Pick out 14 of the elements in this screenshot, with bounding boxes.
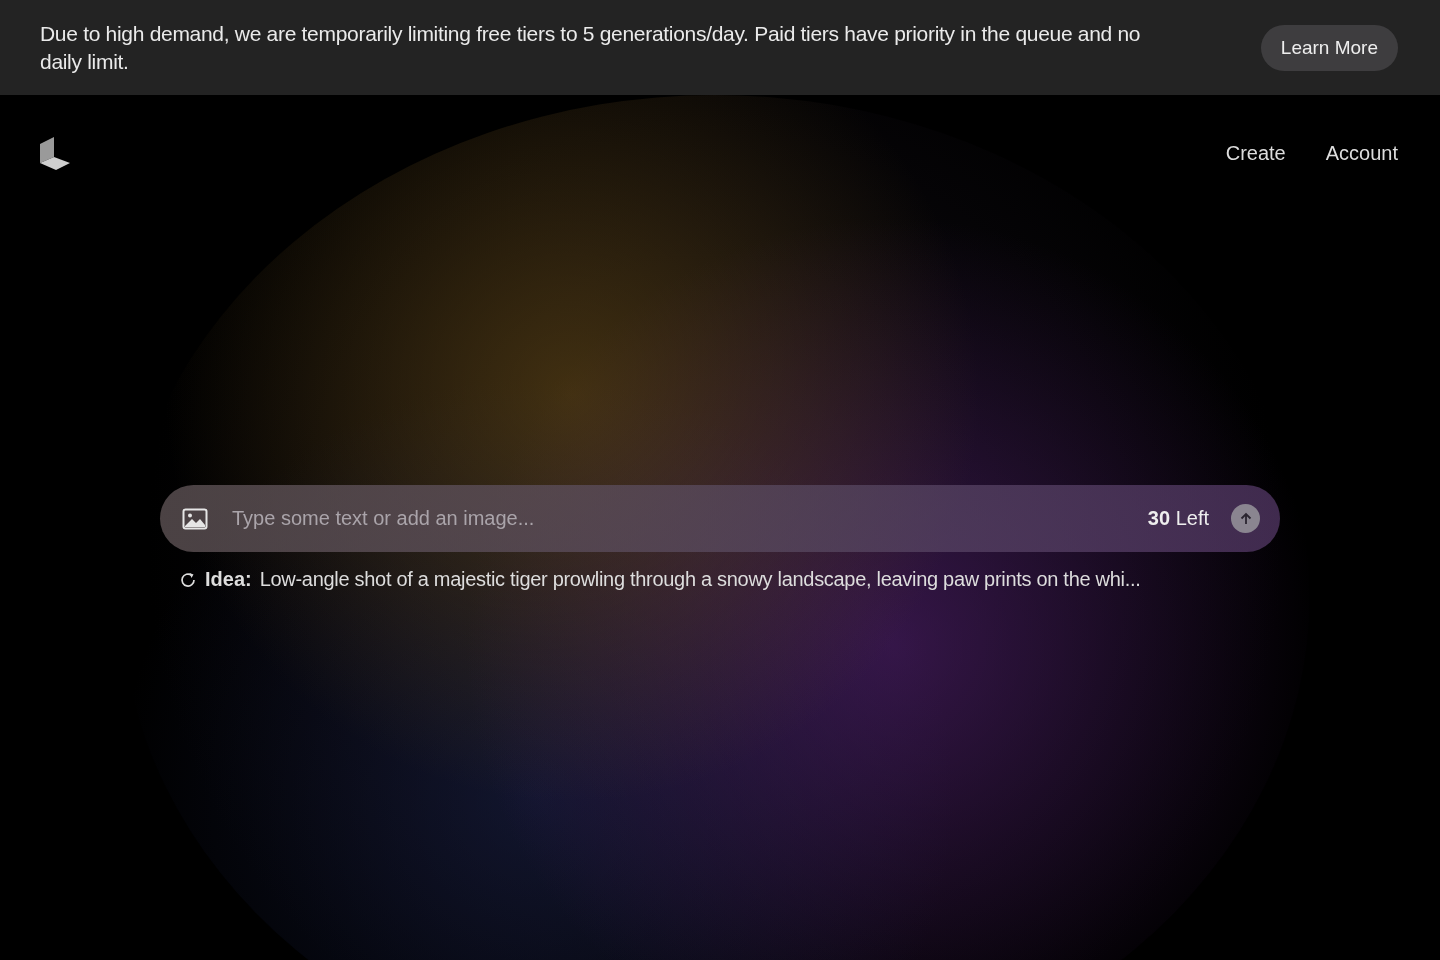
banner-message: Due to high demand, we are temporarily limiting free tiers to 5 generations/day. Paid tiers have priority in the queue and no daily limit. [40,20,1142,75]
image-icon[interactable] [182,507,208,530]
idea-label: Idea: [205,568,252,591]
nav-link[interactable]: Create [1225,141,1286,165]
submit-button[interactable] [1231,504,1260,533]
nav-link[interactable]: Account [1325,141,1398,165]
refresh-icon[interactable] [179,570,197,589]
prompt-field[interactable]: Type some text or add an image... 30 Left [160,485,1280,552]
prompt-input[interactable]: Type some text or add an image... [230,506,1126,531]
arrow-up-icon[interactable] [1238,511,1253,526]
logo-icon[interactable] [40,135,72,171]
idea-text[interactable]: Low-angle shot of a majestic tiger prowling through a snowy landscape, leaving paw prints on the whi... [259,568,1141,591]
learn-more-button[interactable]: Learn More [1260,24,1398,71]
remaining-count: 30 Left [1147,507,1209,530]
